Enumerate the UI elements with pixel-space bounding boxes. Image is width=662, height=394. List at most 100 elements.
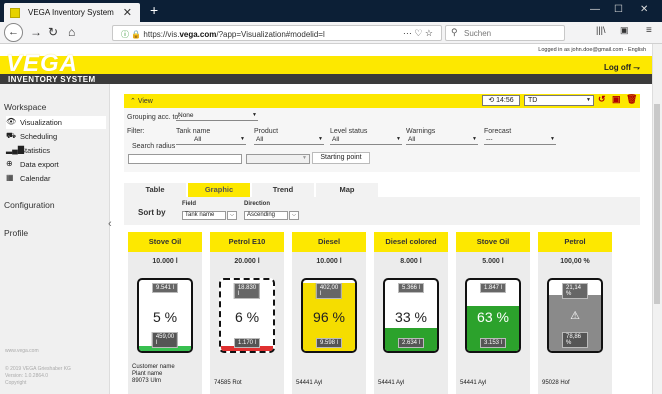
maximize-button[interactable]: ☐ <box>614 4 623 15</box>
grouping-value: None <box>178 112 194 119</box>
tab-trend[interactable]: Trend <box>252 183 314 197</box>
customer-name: Customer name <box>132 364 175 370</box>
url-actions-icon[interactable]: ··· ♡ ☆ <box>403 28 433 39</box>
footer-url[interactable]: www.vega.com <box>5 348 39 354</box>
sidebar: Workspace 👁 Visualization ⛟ Scheduling ▂▄▇… <box>0 84 110 394</box>
sidebar-item-label: Scheduling <box>20 132 58 141</box>
forecast-select[interactable]: --- ▼ <box>484 136 556 145</box>
sidebar-item-scheduling[interactable]: ⛟ Scheduling <box>6 130 106 143</box>
tank-free-volume: 18.830 l <box>233 283 261 299</box>
page-scrollbar[interactable] <box>652 44 662 394</box>
window-close-button[interactable]: ✕ <box>640 4 648 15</box>
new-tab-button[interactable]: + <box>150 2 158 18</box>
tank-address: 89073 Ulm <box>132 378 162 384</box>
field-heading: Field <box>182 201 197 207</box>
search-placeholder: Suchen <box>464 29 492 38</box>
footer-copyright-link[interactable]: Copyright <box>5 380 26 386</box>
direction-heading: Direction <box>244 201 271 207</box>
tank-free-volume: 402,00 l <box>315 283 343 299</box>
tank-name-label: Tank name <box>176 128 211 135</box>
level-status-select[interactable]: All ▼ <box>330 136 402 145</box>
tank-volume: 10.000 l <box>316 258 342 265</box>
sort-field-value: Tank name <box>185 212 215 218</box>
app-title: INVENTORY SYSTEM <box>8 75 96 84</box>
filter-panel: Grouping acc. to: None ▼ Filter: Tank nam… <box>124 108 640 172</box>
reload-icon[interactable]: ↻ <box>48 25 58 39</box>
tank-card[interactable]: Petrol E10 20.000 l 18.830 l 6 % 1.170 l… <box>210 232 284 394</box>
tank-volume: 20.000 l <box>234 258 260 265</box>
forecast-label: Forecast <box>484 128 512 135</box>
sidebar-icon[interactable]: ▣ <box>620 25 629 36</box>
chevron-down-icon: ▼ <box>252 112 257 118</box>
browser-search-input[interactable]: ⚲ Suchen <box>445 25 565 41</box>
menu-icon[interactable]: ≡ <box>646 25 652 36</box>
tank-card[interactable]: Stove Oil 10.000 l 9.541 l 5 % 459,00 l … <box>128 232 202 394</box>
tab-close-button[interactable]: ✕ <box>123 6 132 19</box>
sidebar-item-calendar[interactable]: ▦ Calendar <box>6 172 106 185</box>
tank-graphic: 18.830 l 6 % 1.170 l <box>219 278 275 353</box>
minimize-button[interactable]: — <box>590 4 600 15</box>
grouping-select[interactable]: None ▼ <box>176 112 258 121</box>
library-icon[interactable]: |||\ <box>596 25 606 35</box>
url-path: /?app=Visualization#modelid=l <box>216 30 325 39</box>
sidebar-item-data-export[interactable]: ⊕ Data export <box>6 158 106 171</box>
chevron-down-icon: ⌵ <box>289 211 299 220</box>
back-icon[interactable]: ← <box>4 23 23 42</box>
view-toggle[interactable]: ⌃ View <box>130 97 153 105</box>
sort-bar: Sort by Field Tank name ⌵ Direction Ascen… <box>124 197 640 225</box>
tab-map[interactable]: Map <box>316 183 378 197</box>
browser-tab[interactable]: VEGA Inventory System ✕ <box>4 3 140 22</box>
tank-free-volume: 9.541 l <box>152 283 178 293</box>
export-icon: ⊕ <box>6 159 13 168</box>
sidebar-item-label: Visualization <box>20 118 62 127</box>
forward-icon[interactable]: → <box>30 25 42 39</box>
sidebar-item-label: Statistics <box>20 146 51 155</box>
product-select[interactable]: All ▼ <box>254 136 324 145</box>
tank-percent: 33 % <box>395 309 427 325</box>
refresh-icon[interactable]: ↺ <box>598 94 606 105</box>
search-radius-label: Search radius <box>132 143 176 150</box>
sidebar-item-visualization[interactable]: 👁 Visualization <box>6 116 106 129</box>
tank-filled-volume: 9.598 l <box>316 338 342 348</box>
configuration-heading[interactable]: Configuration <box>4 200 55 210</box>
tank-name: Stove Oil <box>128 232 202 252</box>
chevron-down-icon: ▼ <box>318 136 323 142</box>
url-domain: vega.com <box>179 30 217 39</box>
search-radius-input[interactable] <box>128 154 242 164</box>
sidebar-item-statistics[interactable]: ▂▄▇ Statistics <box>6 144 106 157</box>
sort-direction-select[interactable]: Ascending ⌵ <box>244 211 299 220</box>
profile-heading[interactable]: Profile <box>4 228 28 238</box>
search-icon: ⚲ <box>451 27 458 37</box>
filter-label: Filter: <box>127 128 145 135</box>
scrollbar-thumb[interactable] <box>654 104 660 304</box>
radius-unit-select[interactable]: ▼ <box>246 154 310 164</box>
home-icon[interactable]: ⌂ <box>68 25 75 39</box>
save-icon[interactable]: ▣ <box>612 94 621 105</box>
chevron-down-icon: ⌵ <box>227 211 237 220</box>
tab-table[interactable]: Table <box>124 183 186 197</box>
tank-card[interactable]: Petrol 100,00 % 21,14 % ⚠ 78,86 % 95028 … <box>538 232 612 394</box>
forecast-value: --- <box>486 136 493 143</box>
tank-card[interactable]: Stove Oil 5.000 l 1.847 l 63 % 3.153 l 5… <box>456 232 530 394</box>
tank-card[interactable]: Diesel colored 8.000 l 5.366 l 33 % 2.63… <box>374 232 448 394</box>
collapse-sidebar-icon[interactable]: ‹ <box>108 218 112 230</box>
tank-filled-volume: 1.170 l <box>234 338 260 348</box>
time-button[interactable]: ⟲ 14:56 <box>482 95 520 106</box>
url-bar[interactable]: ⓘ 🔒 https://vis.vega.com/?app=Visualizat… <box>112 25 442 41</box>
brand-bar <box>0 56 662 74</box>
sort-field-select[interactable]: Tank name ⌵ <box>182 211 237 220</box>
tank-filled-volume: 78,86 % <box>562 332 588 348</box>
sidebar-item-label: Data export <box>20 160 59 169</box>
tank-name-select[interactable]: All ▼ <box>176 136 246 145</box>
tank-filled-volume: 3.153 l <box>480 338 506 348</box>
grouping-label: Grouping acc. to: <box>127 114 181 121</box>
delete-icon[interactable]: 🗑 <box>626 94 637 105</box>
view-select[interactable]: TD ▼ <box>524 95 594 106</box>
tank-card[interactable]: Diesel 10.000 l 402,00 l 96 % 9.598 l 54… <box>292 232 366 394</box>
chevron-down-icon: ▼ <box>302 155 307 161</box>
level-status-value: All <box>332 136 340 143</box>
logoff-button[interactable]: Log off ⇁ <box>604 63 640 72</box>
starting-point-button[interactable]: Starting point <box>312 152 370 164</box>
warnings-select[interactable]: All ▼ <box>406 136 478 145</box>
tab-graphic[interactable]: Graphic <box>188 183 250 197</box>
